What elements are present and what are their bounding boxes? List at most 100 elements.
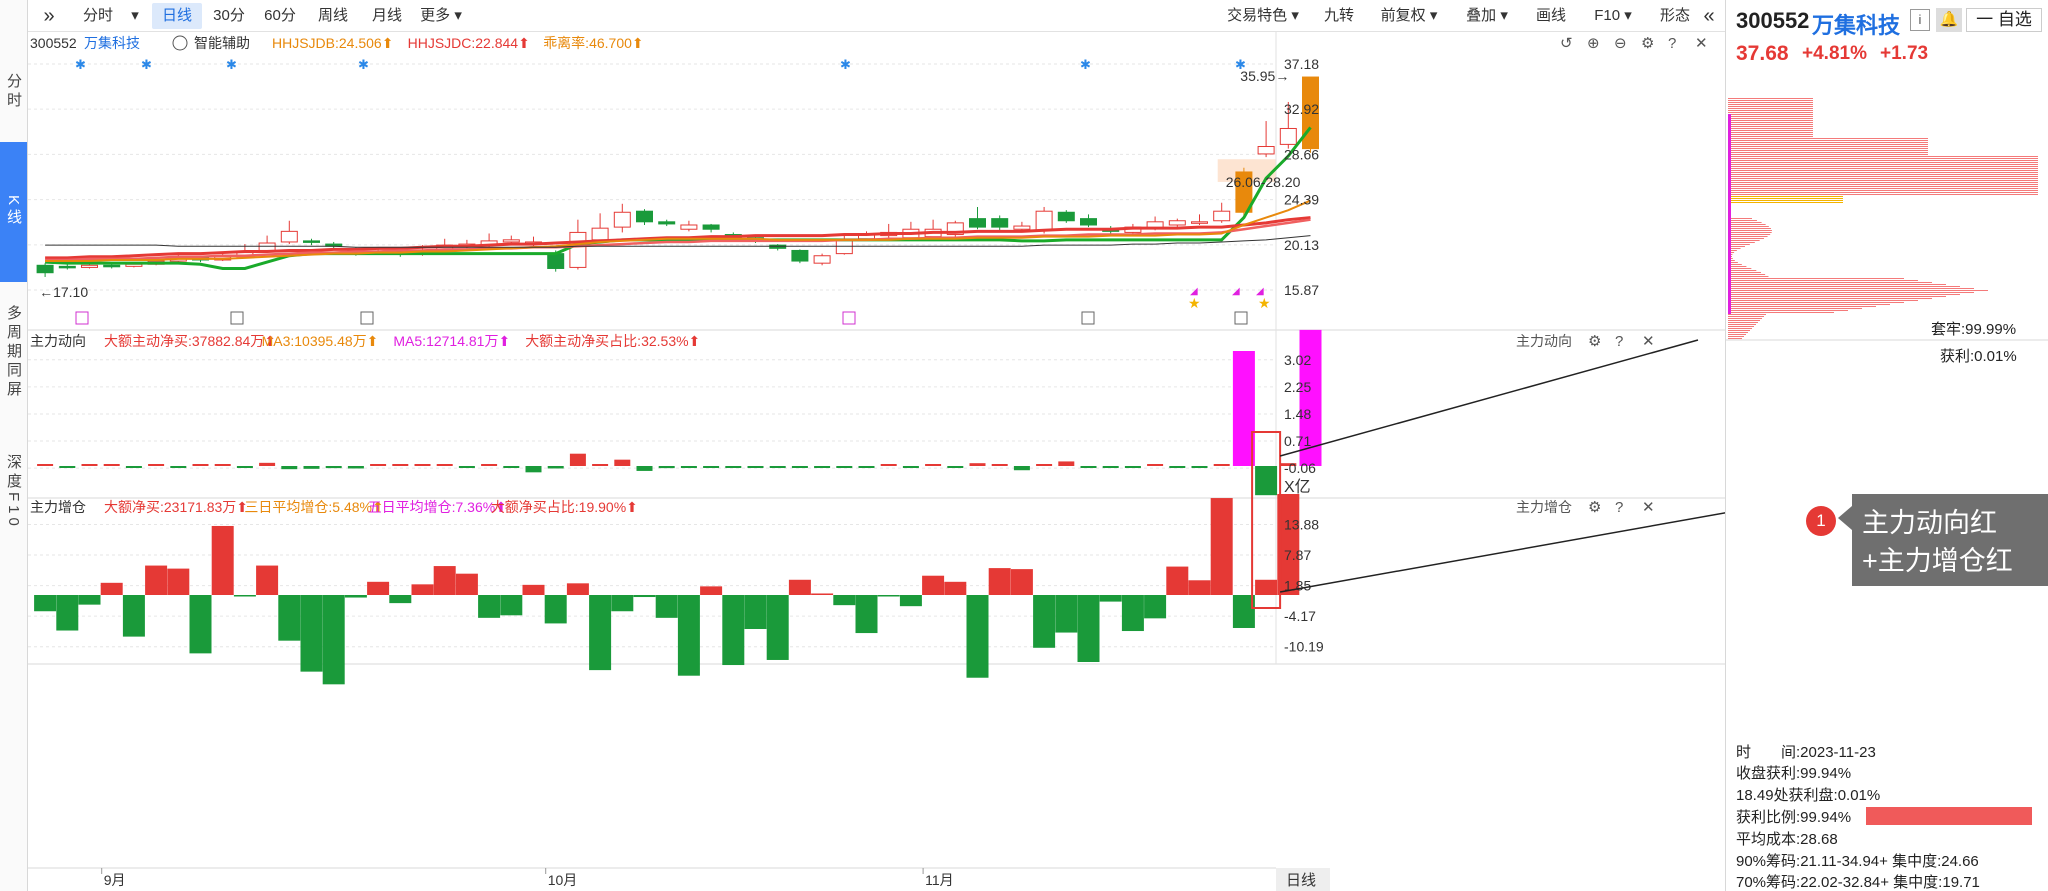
news-icon — [75, 311, 89, 325]
chip-bar — [1728, 164, 2038, 165]
p3-tool-icon: ? — [1615, 499, 1623, 516]
overlay-button[interactable]: 叠加 ▾ — [1454, 3, 1520, 29]
assist-toggle-icon — [172, 35, 188, 51]
chip-bar — [1728, 230, 1772, 231]
p2-bar — [458, 466, 475, 468]
draw-line-button[interactable]: 画线 — [1526, 3, 1576, 29]
p3-bar — [78, 595, 101, 605]
p2-indicator-0: 大额主动净买:37882.84万⬆ — [104, 333, 276, 349]
candle-body — [58, 265, 76, 269]
candle-body — [636, 210, 653, 223]
collapse-icon[interactable]: « — [1696, 3, 1722, 29]
chip-bar — [1728, 150, 1928, 151]
p2-tool-icon: ✕ — [1642, 333, 1655, 350]
chip-bar — [1728, 162, 2038, 163]
add-watchlist-button[interactable]: 一 自选 — [1966, 8, 2042, 32]
chip-bar — [1728, 152, 1928, 153]
p2-bar — [1169, 466, 1186, 468]
nav-item-multi-period[interactable]: 多周期同屏 — [0, 282, 27, 422]
stat-profit-ratio: 获利比例:99.94% — [1736, 809, 1852, 826]
p3-bar — [1255, 579, 1278, 595]
chip-bar — [1728, 168, 2038, 169]
adjust-button[interactable]: 前复权 ▾ — [1368, 3, 1450, 29]
p2-bar — [1013, 466, 1030, 471]
p3-right-title: 主力增仓 — [1516, 499, 1572, 515]
trade-feature-button[interactable]: 交易特色 ▾ — [1216, 3, 1310, 29]
chip-bar — [1728, 178, 2038, 179]
p2-bar — [547, 466, 564, 469]
candle-body — [591, 227, 609, 241]
kline-chart-area[interactable]: 15.8720.1324.3928.6632.9237.183.022.251.… — [28, 32, 1725, 891]
p2-tool-icon: ⚙ — [1588, 333, 1601, 350]
chevron-down-icon[interactable]: ▾ — [124, 3, 146, 29]
p3-ytick-label: -4.17 — [1284, 608, 1316, 624]
chip-bar — [1728, 234, 1771, 235]
tab-30min[interactable]: 30分 — [204, 3, 254, 29]
pattern-button[interactable]: 形态 — [1652, 3, 1698, 29]
chip-bar — [1728, 128, 1813, 129]
candle-body — [103, 264, 121, 268]
p2-bar — [103, 464, 120, 466]
p2-bar — [614, 459, 631, 466]
p3-bar — [455, 573, 478, 595]
nav-item-intraday[interactable]: 分时 — [0, 42, 27, 142]
candle-body — [280, 230, 298, 243]
kline-ytick-label: 24.39 — [1284, 192, 1319, 208]
tab-weekly[interactable]: 周线 — [306, 3, 360, 29]
chip-bar — [1728, 232, 1772, 233]
p2-bar — [991, 464, 1008, 466]
chip-bar — [1728, 236, 1768, 237]
f10-label: F10 — [1594, 7, 1621, 24]
info-icon[interactable]: i — [1910, 9, 1930, 31]
more-button[interactable]: 更多 ▾ — [414, 3, 468, 29]
tab-60min[interactable]: 60分 — [254, 3, 306, 29]
p2-bar — [347, 466, 364, 469]
p3-indicator-2: 五日平均增仓:7.36%⬆ — [368, 499, 507, 515]
p2-bar — [148, 464, 165, 466]
expand-icon[interactable]: » — [36, 3, 62, 29]
p2-bar — [969, 463, 986, 466]
candle-body — [791, 249, 809, 262]
kline-indicator-0: HHJSJDB:24.506⬆ — [272, 35, 393, 51]
p2-bar — [1036, 464, 1053, 466]
chip-bar — [1728, 270, 1757, 271]
kline-tool-icon: ↺ — [1560, 35, 1573, 52]
nine-turn-button[interactable]: 九转 — [1314, 3, 1364, 29]
candle-body — [1279, 127, 1297, 145]
kline-ytick-label: 20.13 — [1284, 237, 1319, 253]
p2-ytick-label: 3.02 — [1284, 352, 1311, 368]
p2-bar — [947, 466, 964, 468]
candle-body — [991, 218, 1009, 228]
chip-bar — [1728, 134, 1813, 135]
p2-bar — [59, 466, 76, 468]
p3-bar — [855, 595, 878, 634]
p2-bar — [636, 466, 653, 471]
chip-bar — [1728, 114, 1813, 115]
f10-button[interactable]: F10 ▾ — [1582, 3, 1644, 29]
nav-item-kline[interactable]: K线 — [0, 142, 27, 282]
candle-body — [1257, 146, 1275, 155]
tab-intraday[interactable]: 分时 — [72, 3, 124, 29]
tab-monthly[interactable]: 月线 — [360, 3, 414, 29]
p2-ytick-label: 2.25 — [1284, 379, 1311, 395]
p2-unit-label: X亿 — [1284, 478, 1311, 496]
chip-bar — [1728, 292, 1974, 293]
chip-bar — [1728, 294, 1960, 295]
bell-icon[interactable]: 🔔 — [1936, 8, 1962, 32]
chip-bar — [1728, 172, 2038, 173]
ma-line-green — [45, 126, 1312, 270]
nav-item-deep-f10[interactable]: 深度F10 — [0, 422, 27, 562]
candle-body — [1013, 225, 1031, 230]
candlestick-layer — [36, 76, 1319, 277]
chip-bar — [1728, 284, 1946, 285]
flag-icon: ◢ — [1190, 286, 1198, 297]
chip-bar — [1728, 280, 1918, 281]
p3-bar — [122, 595, 145, 637]
chip-bar — [1728, 112, 1813, 113]
chip-bar — [1728, 328, 1752, 329]
chip-bar — [1728, 160, 2038, 161]
p2-bar — [1255, 466, 1278, 496]
tab-daily[interactable]: 日线 — [152, 3, 202, 29]
ma-line-red1 — [45, 216, 1311, 260]
p3-bar — [788, 579, 811, 595]
